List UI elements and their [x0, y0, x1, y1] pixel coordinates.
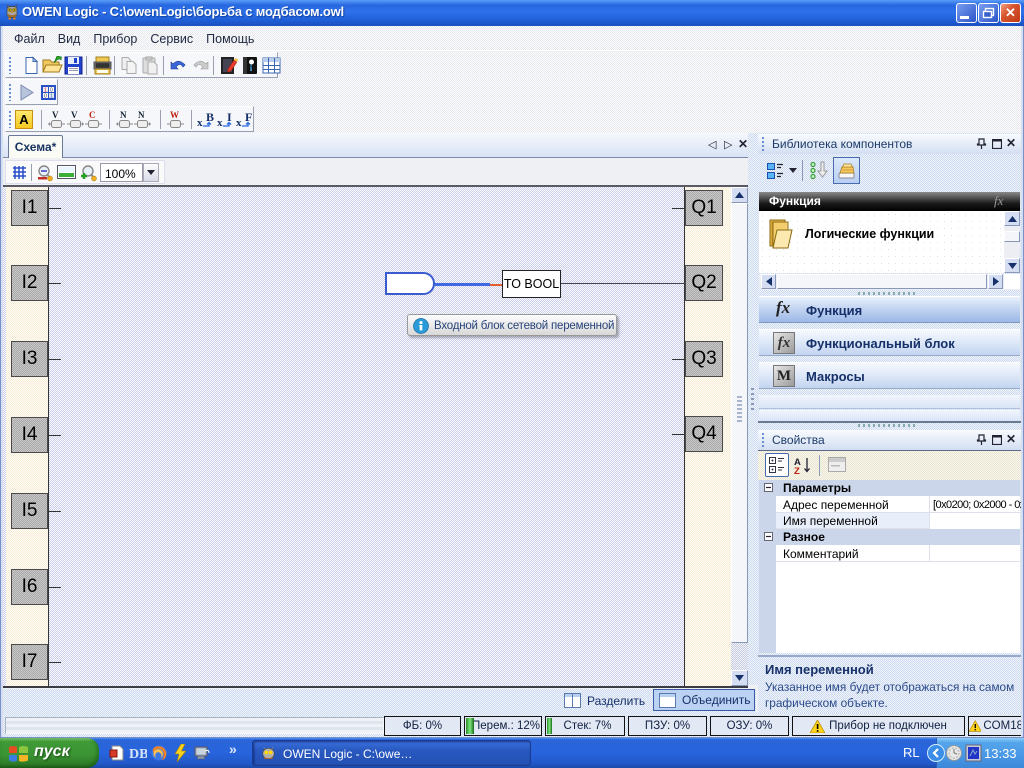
svg-text:x: x: [236, 117, 242, 129]
svg-text:0: 0: [44, 93, 47, 99]
svg-text:x: x: [217, 117, 223, 129]
svg-text:C: C: [89, 110, 96, 120]
svg-text:DB: DB: [129, 747, 147, 761]
svg-text:V: V: [71, 110, 78, 120]
svg-text:I: I: [227, 110, 232, 124]
svg-text:1: 1: [50, 93, 53, 99]
svg-text:B: B: [206, 110, 214, 124]
svg-text:N: N: [138, 110, 145, 120]
svg-text:x: x: [197, 117, 203, 129]
svg-text:Z: Z: [794, 466, 800, 475]
svg-text:V: V: [52, 110, 59, 120]
svg-text:F: F: [245, 110, 252, 124]
svg-text:W: W: [170, 110, 179, 120]
svg-text:N: N: [120, 110, 127, 120]
